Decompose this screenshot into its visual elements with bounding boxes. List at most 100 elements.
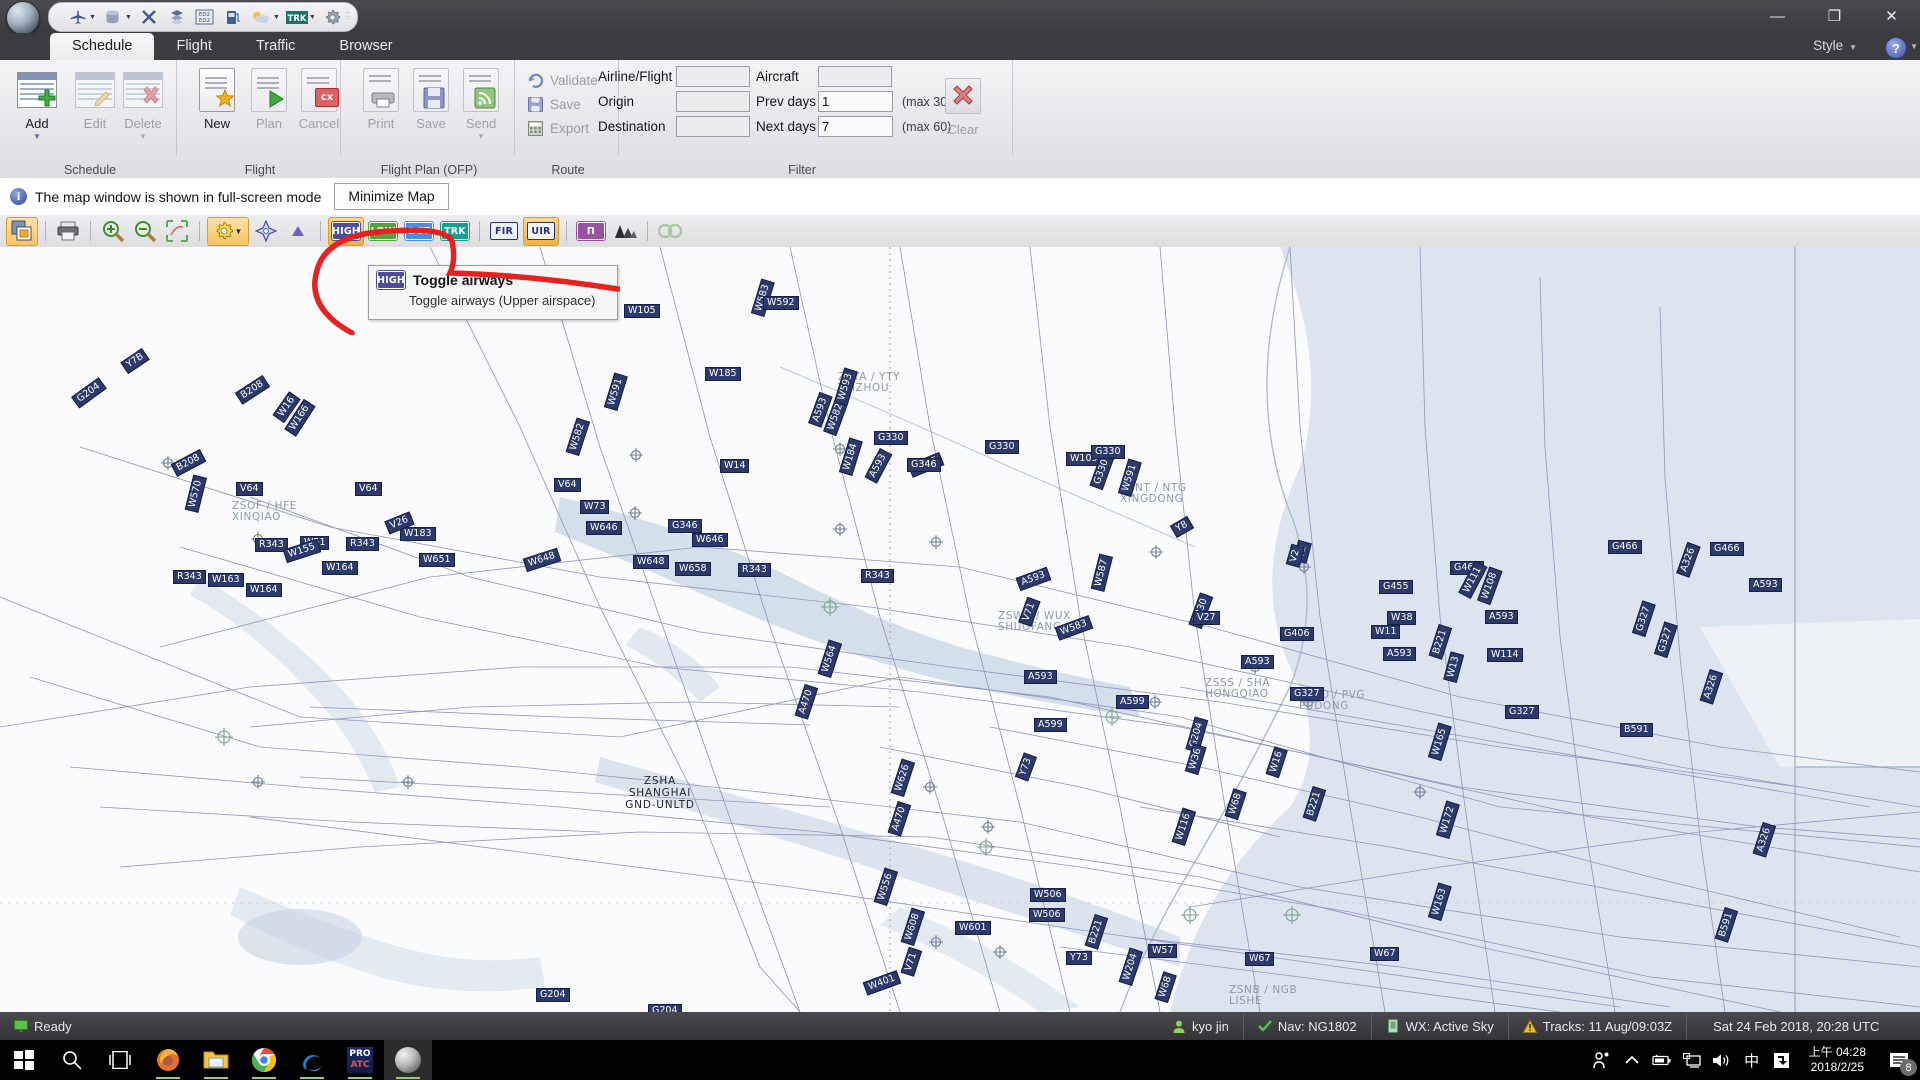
airway-label[interactable]: W506 (1030, 888, 1066, 902)
airway-label[interactable]: W57 (1148, 944, 1178, 958)
airway-label[interactable]: W651 (419, 553, 455, 567)
add-dropdown-icon[interactable]: ▼ (6, 132, 68, 141)
toggle-direct-button[interactable]: DCT (402, 218, 436, 245)
search-icon[interactable] (48, 1040, 96, 1080)
notification-center-button[interactable]: 8 (1878, 1040, 1920, 1080)
map-canvas[interactable]: ZSHA SHANGHAI GND-UNLTD ZSYA / YTY TAIZHO… (0, 247, 1920, 1012)
airway-label[interactable]: G330 (985, 440, 1019, 454)
toggle-airways-high-button[interactable]: HIGH (328, 216, 364, 246)
destination-input[interactable] (676, 116, 750, 137)
airway-label[interactable]: W183 (400, 527, 436, 541)
airway-label[interactable]: W506 (1029, 908, 1065, 922)
airway-label[interactable]: G455 (1379, 580, 1413, 594)
show-hidden-icons-icon[interactable] (1617, 1040, 1647, 1080)
airway-label[interactable]: R343 (861, 569, 894, 583)
airway-label[interactable]: G406 (1280, 627, 1314, 641)
routes-icon[interactable] (138, 6, 160, 28)
ime-mode-icon[interactable] (1767, 1040, 1797, 1080)
minimize-button[interactable]: — (1749, 0, 1806, 32)
settings-icon[interactable] (322, 6, 344, 28)
airway-label[interactable]: W67 (1245, 952, 1275, 966)
battery-icon[interactable] (1647, 1040, 1677, 1080)
airway-label[interactable]: W73 (580, 500, 610, 514)
style-menu[interactable]: Style ▼ (1813, 38, 1857, 53)
firefox-icon[interactable] (144, 1040, 192, 1080)
airway-label[interactable]: W67 (1370, 947, 1400, 961)
weather-dropdown-icon[interactable]: ▼ (273, 14, 280, 21)
globe-app-icon[interactable] (384, 1040, 432, 1080)
close-button[interactable]: ✕ (1863, 0, 1920, 32)
airway-label[interactable]: A593 (1241, 655, 1274, 669)
airway-label[interactable]: V64 (236, 482, 263, 496)
airway-label[interactable]: G346 (907, 458, 941, 472)
cancel-button[interactable]: cx Cancel (288, 66, 350, 131)
zoom-in-icon[interactable] (98, 218, 128, 245)
airway-label[interactable]: W592 (763, 296, 799, 310)
airway-label[interactable]: W11 (1371, 625, 1401, 639)
airway-label[interactable]: G204 (536, 988, 570, 1002)
triangle-icon[interactable] (283, 218, 313, 245)
airway-label[interactable]: W105 (624, 304, 660, 318)
airway-label[interactable]: A599 (1034, 718, 1067, 732)
origin-input[interactable] (676, 91, 750, 112)
link-chain-icon[interactable] (655, 218, 685, 245)
airway-label[interactable]: A593 (1024, 670, 1057, 684)
airway-label[interactable]: A593 (1485, 610, 1518, 624)
toggle-restricted-button[interactable]: Π (574, 218, 608, 245)
airway-label[interactable]: W648 (633, 555, 669, 569)
delete-dropdown-icon[interactable]: ▼ (112, 132, 174, 141)
airport-label[interactable]: ZSSS / SHA HONGQIAO (1205, 678, 1270, 700)
ime-language-icon[interactable]: 中 (1737, 1040, 1767, 1080)
airway-label[interactable]: G204 (648, 1004, 682, 1012)
toggle-fir-button[interactable]: FIR (487, 218, 521, 245)
airway-label[interactable]: G327 (1505, 705, 1539, 719)
airline-flight-input[interactable] (676, 66, 750, 87)
chrome-icon[interactable] (240, 1040, 288, 1080)
airway-label[interactable]: W185 (705, 367, 741, 381)
start-button[interactable] (0, 1040, 48, 1080)
toggle-airways-low-button[interactable]: LOW (366, 218, 400, 245)
airway-label[interactable]: V27 (1193, 611, 1220, 625)
airway-label[interactable]: W646 (692, 533, 728, 547)
airway-label[interactable]: G346 (668, 519, 702, 533)
delete-button[interactable]: Delete ▼ (112, 66, 174, 141)
airway-label[interactable]: W164 (322, 561, 358, 575)
airway-label[interactable]: B591 (1620, 723, 1653, 737)
send-dropdown-icon[interactable]: ▼ (450, 132, 512, 141)
tab-traffic[interactable]: Traffic (234, 33, 317, 60)
taskbar-clock[interactable]: 上午 04:28 2018/2/25 (1797, 1045, 1878, 1075)
trk-icon[interactable]: TRK (285, 6, 308, 28)
airway-label[interactable]: Y73 (1066, 951, 1092, 965)
weather-icon[interactable] (250, 6, 272, 28)
aircraft-icon[interactable] (66, 6, 88, 28)
aircraft-input[interactable] (818, 66, 892, 87)
airway-label[interactable]: W114 (1487, 648, 1523, 662)
zoom-out-icon[interactable] (130, 218, 160, 245)
airway-label[interactable]: W163 (208, 573, 244, 587)
maximize-button[interactable]: ❐ (1806, 0, 1863, 32)
airway-label[interactable]: G466 (1710, 542, 1744, 556)
airway-label[interactable]: W38 (1387, 611, 1417, 625)
network-icon[interactable] (1677, 1040, 1707, 1080)
tab-browser[interactable]: Browser (317, 33, 414, 60)
toggle-uir-button[interactable]: UIR (523, 216, 559, 246)
send-ofp-button[interactable]: Send ▼ (450, 66, 512, 141)
prev-days-input[interactable] (818, 91, 893, 112)
fit-route-icon[interactable] (162, 218, 192, 245)
airway-label[interactable]: R343 (738, 563, 771, 577)
airway-label[interactable]: G466 (1608, 540, 1642, 554)
print-map-icon[interactable] (53, 218, 83, 245)
fuel-icon[interactable] (222, 6, 244, 28)
airway-label[interactable]: W14 (720, 459, 750, 473)
airway-label[interactable]: W164 (246, 583, 282, 597)
help-button[interactable]: ? (1885, 37, 1907, 59)
proatc-icon[interactable]: PRO ATC (336, 1040, 384, 1080)
airway-label[interactable]: R343 (173, 570, 206, 584)
airport-label[interactable]: ZSNB / NGB LISHE (1229, 985, 1297, 1007)
airway-label[interactable]: W601 (955, 921, 991, 935)
aircraft-dropdown-icon[interactable]: ▼ (89, 14, 96, 21)
map-settings-icon[interactable]: ▼ (207, 216, 249, 246)
airway-label[interactable]: W646 (586, 521, 622, 535)
people-icon[interactable] (1587, 1040, 1617, 1080)
airway-label[interactable]: G330 (874, 431, 908, 445)
